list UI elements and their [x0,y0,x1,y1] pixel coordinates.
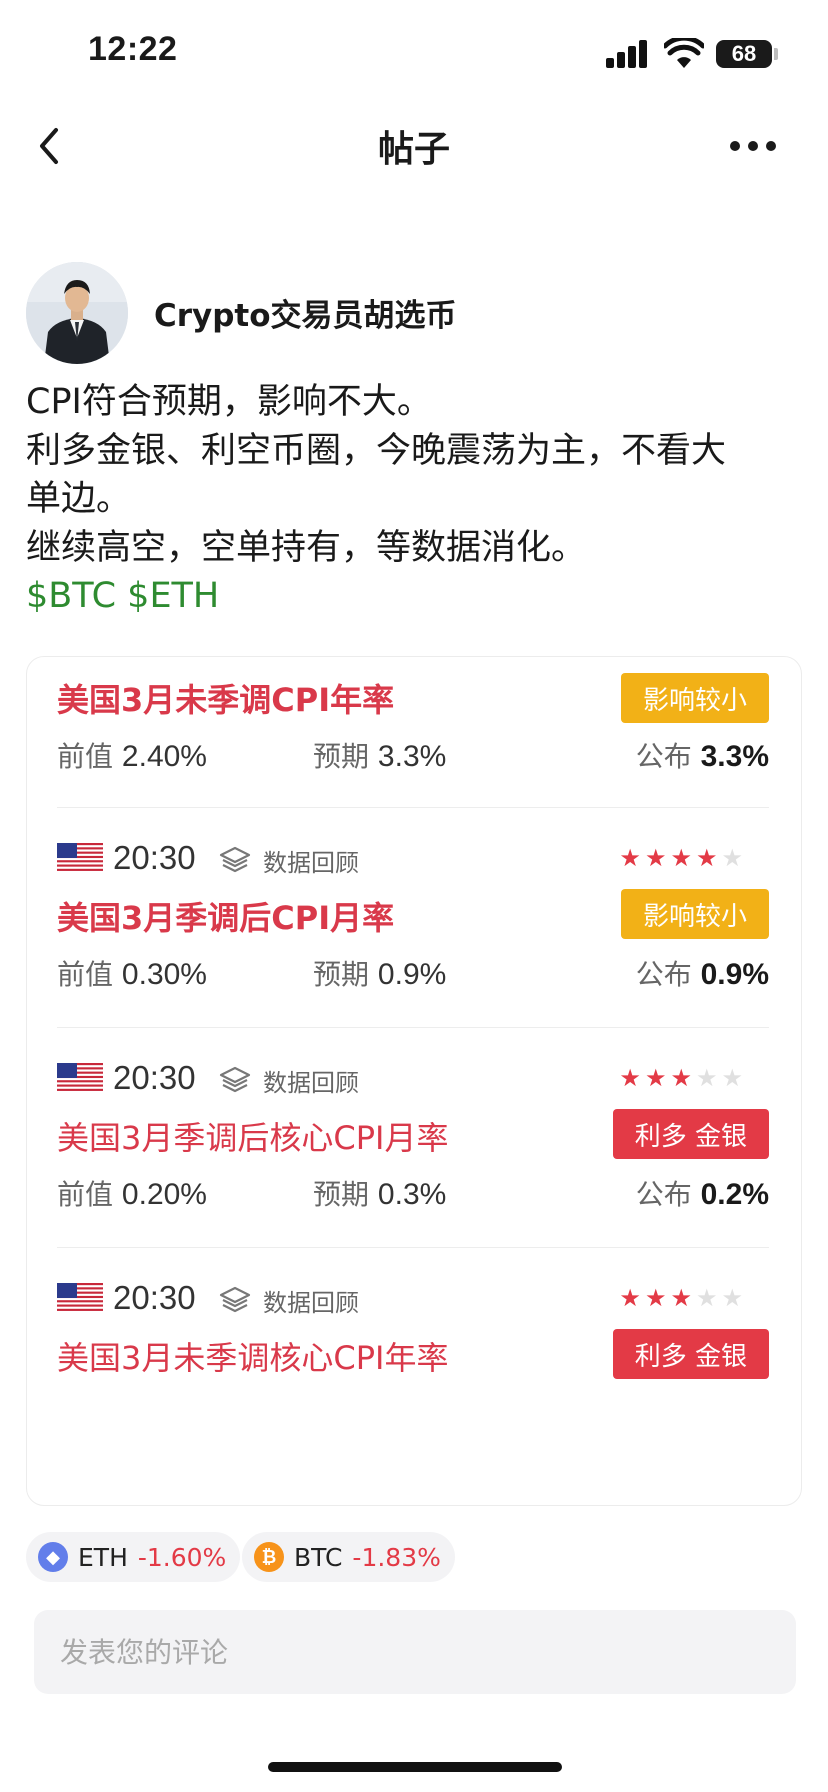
forecast-value: 预期 0.9% [313,958,447,991]
coin-chip-eth[interactable]: ◆ ETH -1.60% [26,1532,241,1582]
impact-badge: 影响较小 [620,673,769,723]
star-empty-icon: ★ [721,1284,743,1312]
previous-value: 前值 0.20% [57,1178,207,1211]
data-review-link[interactable]: 数据回顾 [263,1063,359,1098]
impact-badge: 利多 金银 [612,1109,769,1159]
author-name[interactable]: Crypto交易员胡选币 [154,290,457,335]
bitcoin-icon: ₿ [254,1542,284,1572]
star-empty-icon: ★ [695,1284,718,1312]
entry-meta: 20:30 数据回顾 ★ ★ ★ ★ ★ [57,839,769,879]
battery-icon: 68 [716,40,772,68]
data-review-link[interactable]: 数据回顾 [263,1283,359,1318]
entry-title: 美国3月未季调CPI年率 [57,681,395,719]
divider [57,1027,769,1028]
star-filled-icon: ★ [644,1284,667,1312]
layers-icon [219,1066,251,1093]
battery-tip [774,48,778,60]
actual-value: 公布 3.3% [635,740,769,773]
star-filled-icon: ★ [644,1064,667,1092]
data-review-link[interactable]: 数据回顾 [263,843,359,878]
post-line: 继续高空，空单持有，等数据消化。 [26,527,587,568]
ethereum-icon: ◆ [38,1542,68,1572]
impact-badge: 影响较小 [620,889,769,939]
actual-value: 公布 0.9% [635,958,769,991]
data-entry: 20:30 数据回顾 ★ ★ ★ ★ ★ 美国3月季调后核心CPI月率 利多 金银 前值… [57,1059,769,1219]
us-flag-icon [57,1283,103,1313]
star-empty-icon: ★ [721,1064,743,1092]
data-entry: 20:30 数据回顾 ★ ★ ★ ★ ★ 美国3月未季调核心CPI年率 利多 金银 [57,1279,769,1439]
coin-chip-btc[interactable]: ₿ BTC -1.83% [242,1532,455,1582]
divider [57,1247,769,1248]
star-filled-icon: ★ [670,1064,692,1092]
status-time: 12:22 [88,30,178,68]
post-tags[interactable]: $BTC $ETH [26,572,806,621]
star-empty-icon: ★ [695,1064,718,1092]
entry-meta: 20:30 数据回顾 ★ ★ ★ ★ ★ [57,1279,769,1319]
importance-stars: ★ ★ ★ ★ ★ [619,1065,743,1091]
economic-data-card[interactable]: 美国3月未季调CPI年率 影响较小 前值 2.40% 预期 3.3% 公布 3.… [26,656,802,1506]
post-line: 利多金银、利空币圈，今晚震荡为主，不看大 [26,430,727,471]
data-entry: 美国3月未季调CPI年率 影响较小 前值 2.40% 预期 3.3% 公布 3.… [57,673,769,775]
star-empty-icon: ★ [721,844,743,872]
entry-title: 美国3月季调后核心CPI月率 [57,1119,449,1157]
divider [57,807,769,808]
coin-change: -1.83% [352,1542,441,1572]
star-filled-icon: ★ [695,844,718,872]
cellular-signal-icon [606,40,650,68]
previous-value: 前值 0.30% [57,958,207,991]
star-filled-icon: ★ [619,1284,641,1312]
wifi-icon [664,38,704,68]
importance-stars: ★ ★ ★ ★ ★ [619,845,743,871]
release-time: 20:30 [113,1279,196,1316]
star-filled-icon: ★ [644,844,667,872]
status-bar: 12:22 68 [0,0,828,110]
star-filled-icon: ★ [670,844,692,872]
post-line: 单边。 [26,479,132,519]
post-line: CPI符合预期，影响不大。 [26,382,432,422]
entry-meta: 20:30 数据回顾 ★ ★ ★ ★ ★ [57,1059,769,1099]
data-entry: 20:30 数据回顾 ★ ★ ★ ★ ★ 美国3月季调后CPI月率 影响较小 前值 0.… [57,839,769,999]
layers-icon [219,1286,251,1313]
values-row: 前值 0.30% 预期 0.9% 公布 0.9% [57,953,769,993]
page-title: 帖子 [377,129,450,170]
us-flag-icon [57,1063,103,1093]
forecast-value: 预期 0.3% [313,1178,447,1211]
layers-icon [219,846,251,873]
importance-stars: ★ ★ ★ ★ ★ [619,1285,743,1311]
comment-input[interactable] [34,1610,796,1694]
post-body: CPI符合预期，影响不大。 利多金银、利空币圈，今晚震荡为主，不看大 单边。 继… [26,378,806,621]
entry-title: 美国3月未季调核心CPI年率 [57,1339,449,1377]
release-time: 20:30 [113,839,196,876]
home-indicator[interactable] [268,1762,562,1772]
us-flag-icon [57,843,103,873]
entry-title: 美国3月季调后CPI月率 [57,899,395,937]
forecast-value: 预期 3.3% [313,740,447,773]
values-row: 前值 2.40% 预期 3.3% 公布 3.3% [57,735,769,775]
comment-box[interactable] [34,1610,796,1694]
star-filled-icon: ★ [670,1284,692,1312]
actual-value: 公布 0.2% [635,1178,769,1211]
avatar[interactable] [26,262,128,364]
previous-value: 前值 2.40% [57,740,207,773]
coin-symbol: BTC [294,1542,343,1572]
more-options-icon[interactable] [730,126,776,166]
coin-change: -1.60% [137,1542,227,1572]
release-time: 20:30 [113,1059,196,1096]
impact-badge: 利多 金银 [612,1329,769,1379]
coin-symbol: ETH [78,1542,128,1572]
star-filled-icon: ★ [619,844,641,872]
star-filled-icon: ★ [619,1064,641,1092]
values-row: 前值 0.20% 预期 0.3% 公布 0.2% [57,1173,769,1213]
